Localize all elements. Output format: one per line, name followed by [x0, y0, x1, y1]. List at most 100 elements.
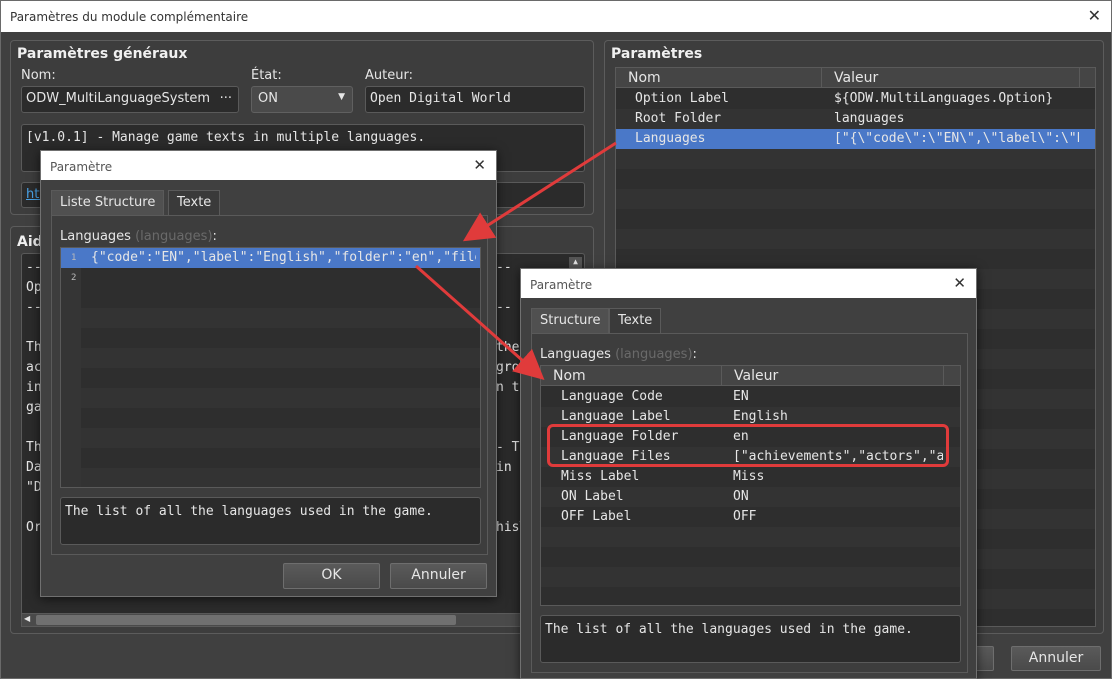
empty-row: [541, 527, 960, 547]
dialog2-description: The list of all the languages used in th…: [540, 615, 961, 663]
row-name: Root Folder: [635, 111, 722, 126]
dialog1-field-name: Languages: [60, 229, 131, 244]
row-name: ON Label: [561, 489, 624, 504]
horizontal-scrollbar[interactable]: ◀: [21, 613, 585, 627]
empty-row: [616, 149, 1095, 169]
name-field[interactable]: ODW_MultiLanguageSystem ···: [21, 86, 239, 113]
line-number: 2: [71, 273, 77, 283]
state-label: État:: [251, 68, 282, 83]
empty-row: [81, 328, 480, 348]
row-name: Language Code: [561, 389, 663, 404]
dialog1-description: The list of all the languages used in th…: [60, 497, 481, 545]
empty-row: [81, 428, 480, 448]
dialog2-close-icon[interactable]: ✕: [953, 274, 966, 292]
dialog2-table[interactable]: Nom Valeur Language Code EN Language Label…: [540, 365, 961, 606]
dialog1-list[interactable]: 1 {"code":"EN","label":"English","folder"…: [60, 247, 481, 488]
empty-row: [616, 229, 1095, 249]
general-params-title: Paramètres généraux: [17, 46, 188, 62]
tab-liste-structure[interactable]: Liste Structure: [51, 190, 165, 215]
empty-row: [541, 587, 960, 605]
d2-col-value-header[interactable]: Valeur: [722, 366, 944, 386]
list-structure-dialog: Paramètre ✕ Liste Structure Texte Langua…: [40, 150, 497, 597]
name-browse-button[interactable]: ···: [220, 91, 232, 106]
col-value-header[interactable]: Valeur: [822, 68, 1080, 88]
struct-row[interactable]: OFF Label OFF: [541, 507, 960, 527]
empty-row: [616, 189, 1095, 209]
dialog2-field-sub: (languages): [615, 347, 693, 362]
dialog1-titlebar: Paramètre ✕: [41, 151, 496, 180]
list-item-text: {"code":"EN","label":"English","folder":…: [91, 250, 476, 265]
dialog2-titlebar: Paramètre ✕: [521, 269, 976, 298]
description-text: [v1.0.1] - Manage game texts in multiple…: [26, 130, 426, 145]
name-value: ODW_MultiLanguageSystem: [26, 91, 211, 106]
dialog1-pane: Languages (languages): 1 {"code":"EN","la…: [51, 215, 488, 555]
struct-row[interactable]: Language Code EN: [541, 387, 960, 407]
dialog1-field-sub: (languages): [135, 229, 213, 244]
dialog1-close-icon[interactable]: ✕: [473, 156, 486, 174]
close-icon[interactable]: ✕: [1088, 6, 1101, 25]
col-name-header[interactable]: Nom: [616, 68, 822, 88]
struct-row[interactable]: ON Label ON: [541, 487, 960, 507]
row-name: Option Label: [635, 91, 729, 106]
list-item[interactable]: 2: [61, 268, 480, 288]
empty-row: [81, 388, 480, 408]
dialog1-description-text: The list of all the languages used in th…: [65, 504, 433, 519]
tab-texte[interactable]: Texte: [168, 190, 221, 215]
dialog1-title: Paramètre: [50, 160, 113, 174]
name-label: Nom:: [21, 68, 56, 83]
row-name: Language Label: [561, 409, 671, 424]
param-row[interactable]: Root Folder languages: [616, 109, 1095, 129]
dropdown-arrow-icon: ▼: [338, 92, 345, 102]
dialog2-field-label: Languages (languages):: [540, 347, 697, 362]
line-number: 1: [71, 253, 77, 263]
row-value: ON: [733, 489, 749, 504]
row-name: Miss Label: [561, 469, 640, 484]
empty-row: [81, 368, 480, 388]
structure-dialog: Paramètre ✕ Structure Texte Languages (l…: [520, 268, 977, 679]
dialog1-ok-button[interactable]: OK: [283, 563, 380, 589]
param-row[interactable]: Option Label ${ODW.MultiLanguages.Option}: [616, 89, 1095, 109]
highlight-box: [547, 424, 949, 467]
tab-texte[interactable]: Texte: [609, 308, 662, 333]
empty-row: [616, 169, 1095, 189]
main-window-title: Paramètres du module complémentaire: [10, 10, 249, 24]
row-value: English: [733, 409, 788, 424]
dialog2-field-name: Languages: [540, 347, 611, 362]
author-field[interactable]: Open Digital World: [365, 86, 585, 113]
row-value: OFF: [733, 509, 757, 524]
params-title: Paramètres: [611, 46, 703, 62]
help-title: Aid: [17, 234, 43, 250]
row-value: ${ODW.MultiLanguages.Option}: [834, 91, 1054, 106]
row-name: OFF Label: [561, 509, 632, 524]
param-row[interactable]: Languages ["{\"code\":\"EN\",\"label\":\"…: [616, 129, 1095, 149]
dialog2-title: Paramètre: [530, 278, 593, 292]
params-table-header: Nom Valeur: [616, 68, 1095, 88]
dialog2-description-text: The list of all the languages used in th…: [545, 622, 913, 637]
empty-row: [81, 308, 480, 328]
empty-row: [81, 288, 480, 308]
empty-row: [81, 348, 480, 368]
scroll-left-icon[interactable]: ◀: [24, 614, 30, 623]
empty-row: [81, 408, 480, 428]
author-label: Auteur:: [365, 68, 413, 83]
list-item[interactable]: 1 {"code":"EN","label":"English","folder"…: [61, 248, 480, 268]
row-value: languages: [834, 111, 905, 126]
dialog1-cancel-button[interactable]: Annuler: [390, 563, 487, 589]
empty-row: [81, 468, 480, 487]
state-select[interactable]: ON ▼: [251, 86, 353, 113]
state-value: ON: [258, 91, 278, 106]
struct-row[interactable]: Miss Label Miss: [541, 467, 960, 487]
dialog1-field-label: Languages (languages):: [60, 229, 217, 244]
main-titlebar: Paramètres du module complémentaire ✕: [1, 1, 1111, 32]
empty-row: [616, 209, 1095, 229]
scrollbar-thumb[interactable]: [36, 615, 456, 625]
dialog2-field-colon: :: [692, 347, 697, 362]
row-value: ["{\"code\":\"EN\",\"label\":\"E···: [834, 131, 1079, 146]
dialog1-field-colon: :: [212, 229, 217, 244]
tab-structure[interactable]: Structure: [531, 308, 610, 333]
empty-row: [81, 448, 480, 468]
empty-row: [541, 567, 960, 587]
row-value: Miss: [733, 469, 765, 484]
main-cancel-button[interactable]: Annuler: [1011, 646, 1101, 671]
d2-col-name-header[interactable]: Nom: [541, 366, 722, 386]
